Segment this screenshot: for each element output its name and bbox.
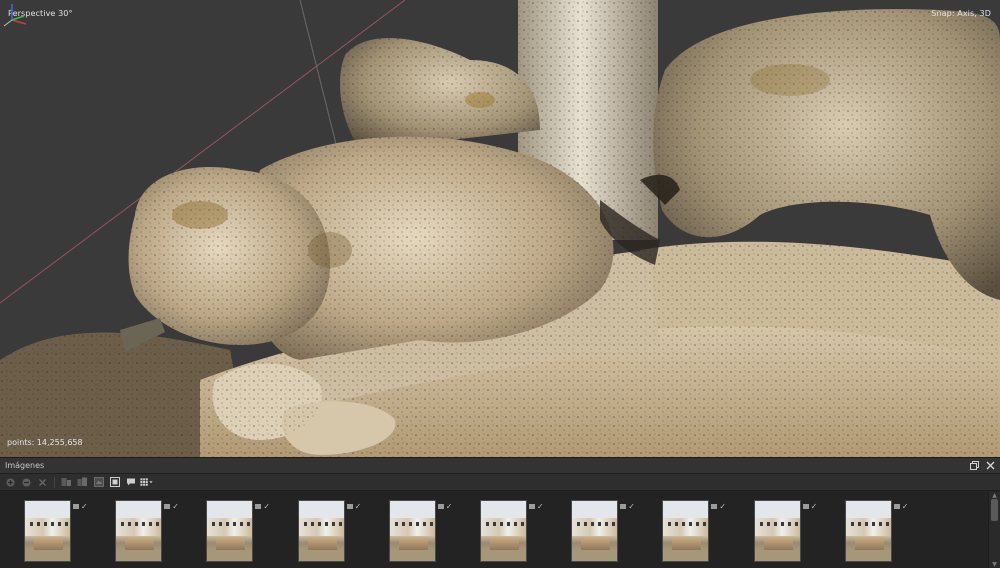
check-icon: ✓ [354,502,362,511]
image-thumbnail[interactable]: ✓ [753,500,826,562]
thumbnail-image[interactable] [297,500,345,562]
image-thumbnail[interactable]: ✓ [571,500,643,562]
image-thumbnail[interactable]: ✓ [662,500,734,562]
camera-icon [529,504,535,509]
aligned-status-badge: ✓ [620,502,635,511]
thumbnail-image[interactable] [844,500,892,562]
grid-view-icon[interactable] [140,476,153,489]
disable-icon[interactable] [20,476,33,489]
point-cloud-render [0,0,1000,457]
aligned-status-badge: ✓ [802,502,818,511]
close-icon[interactable] [985,461,995,471]
aligned-status-badge: ✓ [711,502,726,511]
image-thumbnail[interactable]: ✓ [388,500,461,562]
align-icon[interactable] [60,476,73,489]
thumbnail-image[interactable] [571,500,619,562]
check-icon: ✓ [719,502,727,511]
camera-icon [164,504,171,509]
images-toolbar [0,474,1000,491]
image-thumbnail-strip[interactable]: ✓ ✓ ✓ ✓ ✓ ✓ ✓ ✓ ✓ ✓ [0,492,988,568]
axis-line-y [299,0,341,161]
camera-icon [346,504,353,509]
thumbnail-image[interactable] [662,500,710,562]
comment-icon[interactable] [124,476,137,489]
aligned-status-badge: ✓ [164,502,179,511]
image-thumbnail[interactable]: ✓ [297,500,370,562]
check-icon: ✓ [537,502,544,511]
remove-icon[interactable] [36,476,49,489]
camera-icon [437,504,444,509]
camera-icon [711,504,718,509]
thumbnail-image[interactable] [24,500,71,562]
images-panel: Imágenes ✓ ✓ ✓ ✓ ✓ ✓ ✓ ✓ ✓ ✓ ▲ ▼ [0,457,1000,568]
check-icon: ✓ [901,502,909,511]
select-icon[interactable] [108,476,121,489]
camera-icon [893,504,900,509]
thumbnail-image[interactable] [480,500,527,562]
restore-icon[interactable] [969,461,979,471]
aligned-status-badge: ✓ [529,502,544,511]
aligned-status-badge: ✓ [255,502,270,511]
point-count-label: points: 14,255,658 [7,438,83,447]
image-thumbnail[interactable]: ✓ [206,500,278,562]
images-panel-title: Imágenes [5,461,45,470]
check-icon: ✓ [172,502,179,511]
enable-icon[interactable] [4,476,17,489]
mask-icon[interactable] [92,476,105,489]
image-thumbnail[interactable]: ✓ [480,500,552,562]
image-thumbnail[interactable]: ✓ [24,500,96,562]
camera-icon [73,504,79,509]
image-thumbnail[interactable]: ✓ [115,500,187,562]
scroll-up-icon[interactable]: ▲ [991,493,998,499]
thumbnail-image[interactable] [206,500,254,562]
scrollbar-thumb[interactable] [991,499,998,521]
scroll-down-icon[interactable]: ▼ [991,562,998,568]
axis-gizmo-icon [3,4,27,27]
thumbnail-image[interactable] [115,500,163,562]
3d-viewport[interactable]: Perspective 30° Snap: Axis, 3D points: 1… [0,0,1000,457]
check-icon: ✓ [263,502,271,511]
images-panel-header: Imágenes [0,458,1000,474]
aligned-status-badge: ✓ [346,502,362,511]
image-thumbnail[interactable]: ✓ [844,500,917,562]
snap-mode-label[interactable]: Snap: Axis, 3D [931,9,991,18]
check-icon: ✓ [445,502,453,511]
check-icon: ✓ [81,502,88,511]
aligned-status-badge: ✓ [893,502,909,511]
thumbnail-image[interactable] [753,500,801,562]
camera-icon [802,504,809,509]
thumbnail-image[interactable] [388,500,436,562]
images-scrollbar[interactable]: ▲ ▼ [988,492,1000,568]
check-icon: ✓ [810,502,818,511]
aligned-status-badge: ✓ [437,502,453,511]
camera-icon [255,504,262,509]
align-all-icon[interactable] [76,476,89,489]
camera-icon [620,504,627,509]
aligned-status-badge: ✓ [73,502,88,511]
check-icon: ✓ [628,502,635,511]
